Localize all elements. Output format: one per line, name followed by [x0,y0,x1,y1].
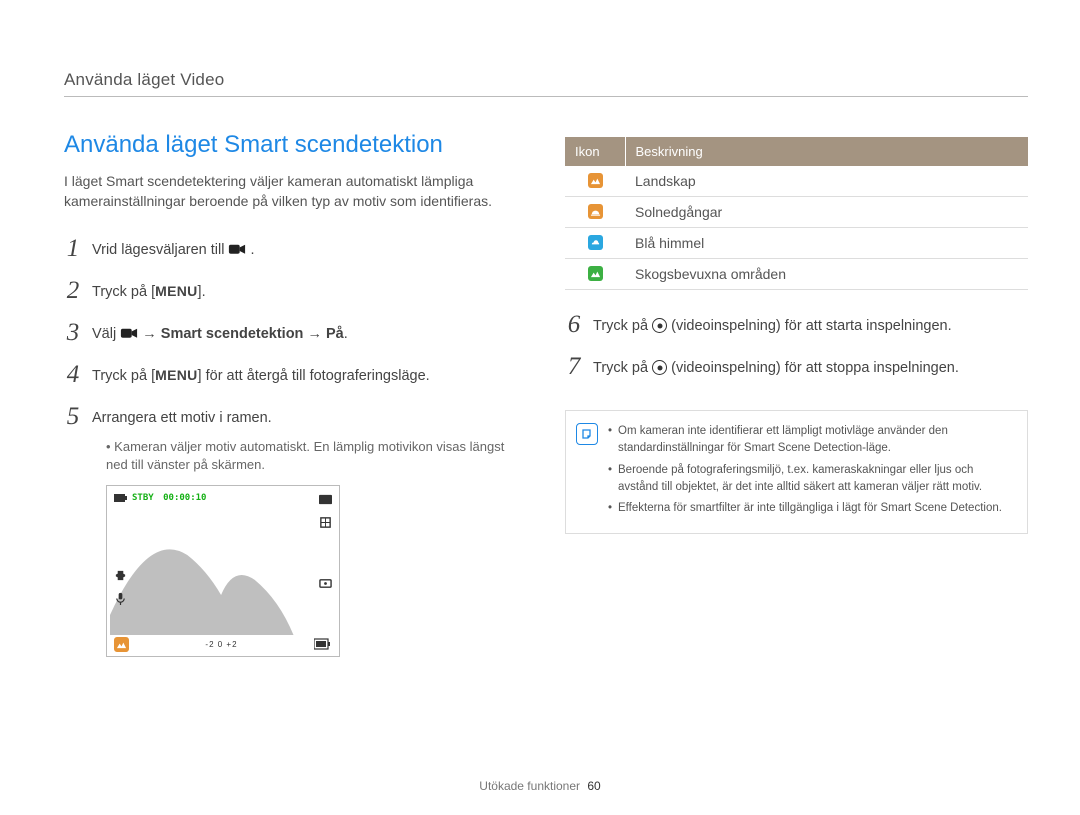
scene-mode-icon [114,637,129,652]
table-header-icon: Ikon [565,137,625,166]
note-list: Om kameran inte identifierar ett lämplig… [608,423,1013,521]
step-6-text-b: (videoinspelning) för att starta inspeln… [667,318,952,334]
step-3: 3 Välj → Smart scendetektion → På. [64,312,527,354]
record-button-icon [652,360,667,375]
table-cell: Landskap [625,166,1028,197]
step-list-right: 6 Tryck på (videoinspelning) för att sta… [565,304,1028,388]
note-item: Beroende på fotograferingsmiljö, t.ex. k… [608,462,1013,497]
table-row: Skogsbevuxna områden [565,259,1028,290]
step-1-text-b: . [251,242,255,258]
step-3-arrow-2: → [303,326,326,342]
video-camera-icon [120,326,138,341]
right-column: Ikon Beskrivning Landskap Solnedgångar B… [565,131,1028,657]
step-3-text-f: . [344,326,348,342]
preview-left-icons [114,569,127,605]
step-3-arrow-1: → [142,326,161,342]
step-5: 5 Arrangera ett motiv i ramen. [64,396,527,438]
step-7: 7 Tryck på (videoinspelning) för att sto… [565,346,1028,388]
landscape-icon [588,173,603,188]
intro-text: I läget Smart scendetektering väljer kam… [64,171,527,212]
microphone-icon [114,592,127,605]
step-list: 1 Vrid lägesväljaren till . 2 Tryck på [… [64,228,527,438]
table-header-desc: Beskrivning [625,137,1028,166]
table-cell: Solnedgångar [625,197,1028,228]
mountains-graphic [110,525,336,635]
table-row: Solnedgångar [565,197,1028,228]
camera-preview: STBY 00:00:10 [106,485,340,657]
sunset-icon [588,204,603,219]
section-header: Använda läget Video [64,70,1028,97]
icon-description-table: Ikon Beskrivning Landskap Solnedgångar B… [565,137,1028,290]
step-number: 3 [64,320,82,345]
step-number: 4 [64,362,82,387]
left-column: Använda läget Smart scendetektion I läge… [64,131,527,657]
step-5-text: Arrangera ett motiv i ramen. [92,404,272,428]
step-6: 6 Tryck på (videoinspelning) för att sta… [565,304,1028,346]
step-3-bold-1: Smart scendetektion [161,326,304,342]
ev-scale: -2 0 +2 [205,640,237,649]
preview-timecode: 00:00:10 [163,493,206,503]
note-item: Om kameran inte identifierar ett lämplig… [608,423,1013,458]
step-2: 2 Tryck på [MENU]. [64,270,527,312]
step-number: 6 [565,312,583,337]
preview-stby: STBY [132,493,154,503]
step-2-text-a: Tryck på [ [92,284,155,300]
step-4-text-b: ] för att återgå till fotograferingsläge… [198,368,430,384]
menu-label: MENU [155,283,197,299]
full-hd-icon [319,493,332,506]
battery-icon [114,493,128,503]
page-number: 60 [587,779,600,793]
step-7-text-b: (videoinspelning) för att stoppa inspeln… [667,360,959,376]
menu-label: MENU [155,367,197,383]
note-box: Om kameran inte identifierar ett lämplig… [565,410,1028,534]
step-number: 5 [64,404,82,429]
battery-level-icon [314,638,332,650]
step-number: 2 [64,278,82,303]
table-row: Landskap [565,166,1028,197]
table-row: Blå himmel [565,228,1028,259]
step-4: 4 Tryck på [MENU] för att återgå till fo… [64,354,527,396]
record-button-icon [652,318,667,333]
page-title: Använda läget Smart scendetektion [64,131,527,159]
note-item: Effekterna för smartfilter är inte tillg… [608,500,1013,517]
step-number: 7 [565,354,583,379]
page-footer: Utökade funktioner 60 [0,779,1080,793]
footer-label: Utökade funktioner [479,779,580,793]
step-number: 1 [64,236,82,261]
step-7-text-a: Tryck på [593,360,652,376]
step-6-text-a: Tryck på [593,318,652,334]
step-4-text-a: Tryck på [ [92,368,155,384]
forest-icon [588,266,603,281]
step-3-text-a: Välj [92,326,120,342]
step-1: 1 Vrid lägesväljaren till . [64,228,527,270]
table-cell: Blå himmel [625,228,1028,259]
blue-sky-icon [588,235,603,250]
step-3-bold-2: På [326,326,344,342]
step-5-sub: Kameran väljer motiv automatiskt. En läm… [64,438,527,476]
video-camera-icon [228,242,246,257]
step-1-text-a: Vrid lägesväljaren till [92,242,228,258]
step-2-text-b: ]. [198,284,206,300]
stabilizer-icon [114,569,127,582]
note-icon [576,423,598,445]
table-cell: Skogsbevuxna områden [625,259,1028,290]
